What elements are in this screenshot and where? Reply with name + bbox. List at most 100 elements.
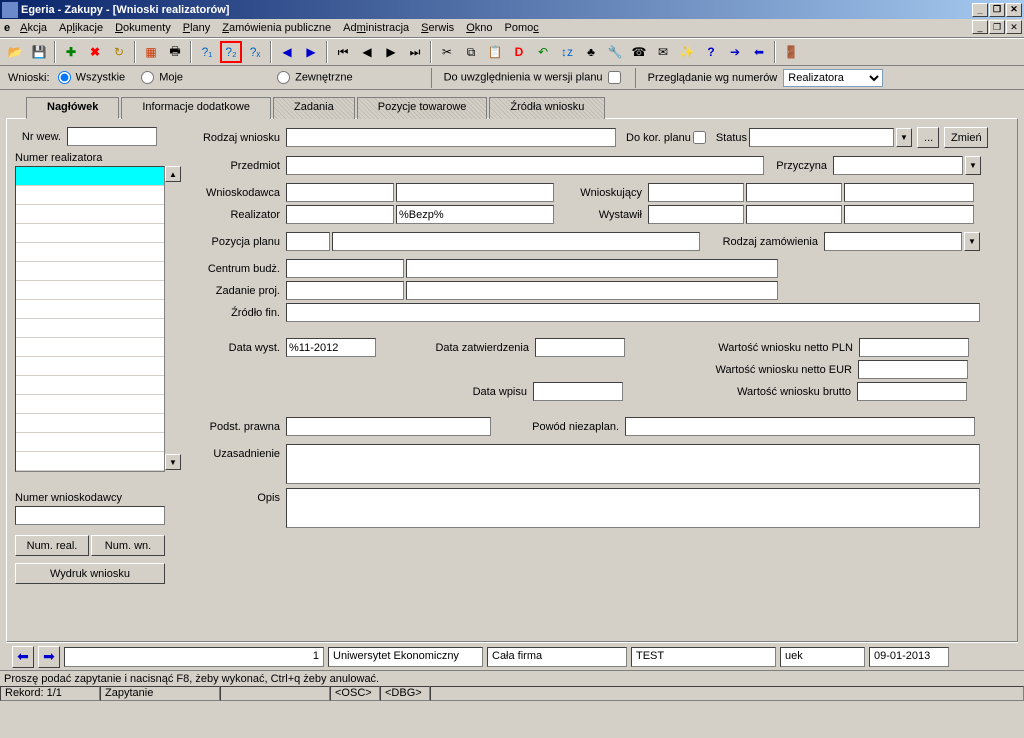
wartosc-netto-eur-input[interactable] bbox=[858, 360, 968, 379]
menu-dokumenty[interactable]: Dokumenty bbox=[109, 21, 177, 35]
menu-zamowienia[interactable]: Zamówienia publiczne bbox=[216, 21, 337, 35]
list-item[interactable] bbox=[16, 319, 164, 338]
tab-info-dodatkowe[interactable]: Informacje dodatkowe bbox=[121, 97, 271, 119]
tool-prev-icon[interactable]: ◀ bbox=[276, 41, 298, 63]
tool-wand-icon[interactable]: ✨ bbox=[676, 41, 698, 63]
wartosc-brutto-input[interactable] bbox=[857, 382, 967, 401]
list-item[interactable] bbox=[16, 205, 164, 224]
zrodlo-fin-input[interactable] bbox=[286, 303, 980, 322]
tool-save-icon[interactable]: 💾 bbox=[28, 41, 50, 63]
status-input[interactable] bbox=[749, 128, 894, 147]
tool-query1-icon[interactable]: ?₁ bbox=[196, 41, 218, 63]
check-do-uwzg[interactable]: Do uwzględnienia w wersji planu bbox=[444, 71, 623, 84]
wnioskodawca-input1[interactable] bbox=[286, 183, 394, 202]
menu-akcja[interactable]: AAkcjakcja bbox=[14, 21, 53, 35]
tool-query-cancel-icon[interactable]: ?ₓ bbox=[244, 41, 266, 63]
list-item[interactable] bbox=[16, 452, 164, 471]
tab-naglowek[interactable]: Nagłówek bbox=[26, 97, 119, 119]
tool-copy-icon[interactable]: ⧉ bbox=[460, 41, 482, 63]
close-button[interactable]: ✕ bbox=[1006, 3, 1022, 17]
list-item[interactable] bbox=[16, 357, 164, 376]
tool-add-icon[interactable]: ✚ bbox=[60, 41, 82, 63]
tab-zadania[interactable]: Zadania bbox=[273, 97, 355, 119]
tool-last-icon[interactable]: ⏭ bbox=[404, 41, 426, 63]
tool-next-icon[interactable]: ▶ bbox=[300, 41, 322, 63]
maximize-button[interactable]: ❐ bbox=[989, 3, 1005, 17]
wystawil-input3[interactable] bbox=[844, 205, 974, 224]
nav-next-icon[interactable]: ➡ bbox=[38, 646, 60, 668]
rodzaj-wniosku-input[interactable] bbox=[286, 128, 616, 147]
tool-mail-icon[interactable]: ✉ bbox=[652, 41, 674, 63]
list-item[interactable] bbox=[16, 262, 164, 281]
tool-help-icon[interactable]: ? bbox=[700, 41, 722, 63]
num-wn-button[interactable]: Num. wn. bbox=[91, 535, 165, 556]
menu-plany[interactable]: Plany bbox=[177, 21, 217, 35]
tool-paste-icon[interactable]: 📋 bbox=[484, 41, 506, 63]
data-zatw-input[interactable] bbox=[535, 338, 625, 357]
list-item[interactable] bbox=[16, 243, 164, 262]
tool-d-icon[interactable]: D bbox=[508, 41, 530, 63]
data-wyst-input[interactable] bbox=[286, 338, 376, 357]
wartosc-netto-pln-input[interactable] bbox=[859, 338, 969, 357]
przedmiot-input[interactable] bbox=[286, 156, 764, 175]
tool-go-icon[interactable]: ➔ bbox=[724, 41, 746, 63]
tool-back2-icon[interactable]: ⬅ bbox=[748, 41, 770, 63]
tab-pozycje[interactable]: Pozycje towarowe bbox=[357, 97, 488, 119]
tool-cut-icon[interactable]: ✂ bbox=[436, 41, 458, 63]
opis-input[interactable] bbox=[286, 488, 980, 528]
do-kor-planu-check[interactable] bbox=[693, 131, 706, 144]
menu-okno[interactable]: Okno bbox=[460, 21, 498, 35]
tool-phone-icon[interactable]: ☎ bbox=[628, 41, 650, 63]
uzasadnienie-input[interactable] bbox=[286, 444, 980, 484]
pozycja-planu-input1[interactable] bbox=[286, 232, 330, 251]
list-item[interactable] bbox=[16, 300, 164, 319]
realizator-input2[interactable] bbox=[396, 205, 554, 224]
tool-back-icon[interactable]: ◀ bbox=[356, 41, 378, 63]
list-item[interactable] bbox=[16, 224, 164, 243]
tool-open-icon[interactable]: 📂 bbox=[4, 41, 26, 63]
list-item[interactable] bbox=[16, 433, 164, 452]
status-dropdown-icon[interactable]: ▼ bbox=[896, 128, 912, 147]
list-item[interactable] bbox=[16, 281, 164, 300]
list-item[interactable] bbox=[16, 376, 164, 395]
zmien-button[interactable]: Zmień bbox=[944, 127, 988, 148]
numer-wnioskodawcy-input[interactable] bbox=[15, 506, 165, 525]
tool-print-icon[interactable]: 🖶 bbox=[164, 41, 186, 63]
menu-serwis[interactable]: Serwis bbox=[415, 21, 460, 35]
ellipsis-button[interactable]: ... bbox=[917, 127, 939, 148]
mdi-close-button[interactable]: ✕ bbox=[1006, 20, 1022, 34]
realizator-input1[interactable] bbox=[286, 205, 394, 224]
tool-exit-icon[interactable]: 🚪 bbox=[780, 41, 802, 63]
tool-query2-icon[interactable]: ?₂ bbox=[220, 41, 242, 63]
tool-grid-icon[interactable]: ▦ bbox=[140, 41, 162, 63]
nr-wew-input[interactable] bbox=[67, 127, 157, 146]
mdi-restore-button[interactable]: ❐ bbox=[989, 20, 1005, 34]
wystawil-input1[interactable] bbox=[648, 205, 744, 224]
wnioskodawca-input2[interactable] bbox=[396, 183, 554, 202]
data-wpisu-input[interactable] bbox=[533, 382, 623, 401]
centrum-budz-input2[interactable] bbox=[406, 259, 778, 278]
radio-moje[interactable]: Moje bbox=[139, 71, 183, 84]
scroll-up-icon[interactable]: ▲ bbox=[165, 166, 181, 182]
tool-refresh-icon[interactable]: ↻ bbox=[108, 41, 130, 63]
podst-prawna-input[interactable] bbox=[286, 417, 491, 436]
zadanie-proj-input1[interactable] bbox=[286, 281, 404, 300]
rodzaj-zamowienia-input[interactable] bbox=[824, 232, 962, 251]
tool-tree-icon[interactable]: ♣ bbox=[580, 41, 602, 63]
zadanie-proj-input2[interactable] bbox=[406, 281, 778, 300]
wnioskujacy-input3[interactable] bbox=[844, 183, 974, 202]
wnioskujacy-input2[interactable] bbox=[746, 183, 842, 202]
rodzaj-zamowienia-dropdown-icon[interactable]: ▼ bbox=[964, 232, 980, 251]
num-real-button[interactable]: Num. real. bbox=[15, 535, 89, 556]
tool-sort-icon[interactable]: ↕z bbox=[556, 41, 578, 63]
pozycja-planu-input2[interactable] bbox=[332, 232, 700, 251]
minimize-button[interactable]: _ bbox=[972, 3, 988, 17]
przegladanie-select[interactable]: Realizatora bbox=[783, 69, 883, 87]
menu-aplikacje[interactable]: Aplikacje bbox=[53, 21, 109, 35]
menu-pomoc[interactable]: Pomoc bbox=[499, 21, 545, 35]
wystawil-input2[interactable] bbox=[746, 205, 842, 224]
przyczyna-dropdown-icon[interactable]: ▼ bbox=[965, 156, 981, 175]
nav-prev-icon[interactable]: ⬅ bbox=[12, 646, 34, 668]
wnioskujacy-input1[interactable] bbox=[648, 183, 744, 202]
radio-zewnetrzne[interactable]: Zewnętrzne bbox=[275, 71, 353, 84]
